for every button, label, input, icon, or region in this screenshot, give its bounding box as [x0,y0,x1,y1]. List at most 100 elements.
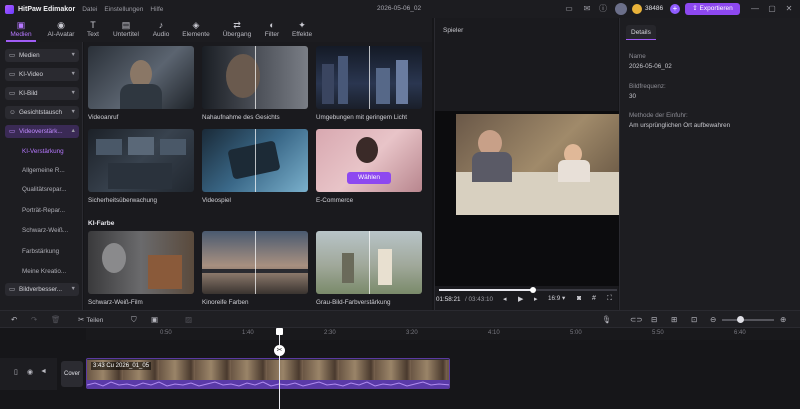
export-button[interactable]: ⇪ Exportieren [685,3,740,15]
menu-help[interactable]: Hilfe [150,6,163,13]
subtitle-icon: ▤ [121,20,131,30]
progress-handle[interactable] [530,287,537,293]
tab-text[interactable]: T Text [84,20,102,42]
card-bw-film[interactable]: Schwarz-Weiß-Film [88,231,194,306]
progress-fill [439,289,534,291]
enhance-icon: ▭ [9,128,16,135]
card-ecommerce[interactable]: Wählen E-Commerce [316,129,422,204]
play-icon[interactable]: ▶ [518,295,523,303]
playhead-handle[interactable] [276,328,283,335]
shield-icon[interactable]: ⛉ [131,314,137,325]
tab-filter[interactable]: ◐ Filter [263,20,281,42]
timeline-ruler[interactable]: 0:50 1:40 2:30 3:20 4:10 5:00 5:50 6:40 [86,328,800,340]
track-visibility-icon[interactable]: ◉ [27,368,33,376]
link-icon[interactable]: ⊂⊃ [630,314,643,325]
sidebar-group-image-enhance[interactable]: ▭ Bildverbesser... ▼ [5,283,79,296]
sidebar-group-label: KI-Video [19,71,44,78]
tab-details[interactable]: Details [626,25,656,40]
card-gray-color-boost[interactable]: Grau-Bild-Farbverstärkung [316,231,422,306]
snapshot-icon[interactable]: ◙ [577,295,581,302]
zoom-handle[interactable] [737,316,744,323]
prev-frame-icon[interactable]: ◂ [503,295,507,303]
close-icon[interactable]: ✕ [784,4,794,14]
next-frame-icon[interactable]: ▸ [534,295,538,303]
filter-icon: ◐ [269,20,275,30]
card-security[interactable]: Sicherheitsüberwachung [88,129,194,204]
card-video-call[interactable]: Videoanruf [88,46,194,121]
split-view-icon[interactable]: ⊟ [651,314,657,325]
coin-icon [632,4,642,14]
card-videogame[interactable]: Videospiel [202,129,308,204]
thumbnail-image [316,231,422,294]
text-tool-icon[interactable]: ▣ [151,314,158,325]
aspect-ratio-select[interactable]: 16:9 ▾ [548,295,565,302]
tab-media[interactable]: ▣ Medien [6,20,36,42]
tab-label: Elemente [182,31,210,38]
choose-button[interactable]: Wählen [347,172,391,184]
sidebar-item-portrait-repair[interactable]: Porträt-Repar... [22,204,80,217]
coin-balance: 38486 [645,5,664,12]
card-cinematic-colors[interactable]: Kinoreife Farben [202,231,308,306]
tab-audio[interactable]: ♪ Audio [150,20,172,42]
sidebar-item-general[interactable]: Allgemeine R... [22,164,80,177]
menu-file[interactable]: Datei [82,6,97,13]
ruler-tick: 3:20 [406,330,418,336]
tab-transition[interactable]: ⇄ Übergang [220,20,254,42]
thumbnail-image [316,46,422,109]
sidebar-group-face-swap[interactable]: ☺ Gesichtstausch ▼ [5,106,79,119]
sidebar-item-color-boost[interactable]: Farbstärkung [22,245,80,258]
split-button[interactable]: ✂ Teilen [78,314,103,326]
undo-icon[interactable]: ↶ [11,314,17,325]
tab-ai-avatar[interactable]: ◉ AI-Avatar [43,20,79,42]
video-clip[interactable]: 3:43 Cu 2026_01_05 [86,358,450,389]
project-title: 2026-05-06_02 [377,5,422,12]
zoom-in-icon[interactable]: ⊕ [780,314,786,325]
thumbnail-image [88,129,194,192]
card-face-closeup[interactable]: Nahaufnahme des Gesichts [202,46,308,121]
marker-icon[interactable]: ⊡ [691,314,697,325]
zoom-out-icon[interactable]: ⊖ [710,314,716,325]
card-low-light[interactable]: Umgebungen mit geringem Licht [316,46,422,121]
microphone-icon[interactable]: 🎙 [602,314,612,325]
sidebar-group-label: Videoverstärk... [19,128,63,135]
sidebar-group-ai-video[interactable]: ▭ KI-Video ▼ [5,68,79,81]
sidebar-group-ai-image[interactable]: ▭ KI-Bild ▼ [5,87,79,100]
tab-label: AI-Avatar [47,31,75,38]
card-label: Nahaufnahme des Gesichts [202,114,280,121]
sidebar-group-video-enhance[interactable]: ▭ Videoverstärk... ▲ [5,125,79,138]
sidebar-item-ai-enhance[interactable]: KI-Verstärkung [22,145,80,158]
track-lock-icon[interactable]: ▯ [14,368,18,376]
redo-icon[interactable]: ↷ [31,314,37,325]
crop-icon[interactable]: ▨ [185,314,192,325]
sidebar-item-my-creations[interactable]: Meine Kreatio... [22,265,80,278]
fit-icon[interactable]: ⊞ [671,314,677,325]
track-mute-icon[interactable]: ◄ [40,368,47,375]
scissors-icon: ✂ [78,315,85,324]
playhead-split-icon[interactable]: ✂ [274,345,285,356]
screen-icon[interactable]: ▭ [564,4,574,14]
add-coins-button[interactable]: + [670,4,680,14]
sidebar-item-black-white[interactable]: Schwarz-Weiß... [22,224,80,237]
grid-icon[interactable]: # [592,295,596,302]
minimize-icon[interactable]: — [750,4,760,14]
fps-label: Bildfrequenz: [629,83,666,90]
tab-label: Filter [264,31,280,38]
sidebar-group-media[interactable]: ▭ Medien ▼ [5,49,79,62]
tab-subtitle[interactable]: ▤ Untertitel [109,20,143,42]
user-avatar[interactable] [615,3,627,15]
cover-button[interactable]: Cover [61,361,83,387]
fullscreen-icon[interactable]: ⛶ [607,295,612,303]
mail-icon[interactable]: ✉ [582,4,592,14]
split-label: Teilen [86,317,104,324]
tab-elements[interactable]: ◈ Elemente [180,20,212,42]
aspect-ratio-value: 16:9 [548,295,561,302]
menu-settings[interactable]: Einstellungen [104,6,143,13]
info-icon[interactable]: ⓘ [598,4,608,14]
zoom-slider[interactable] [722,319,774,321]
card-label: Videospiel [202,197,231,204]
maximize-icon[interactable]: ▢ [767,4,777,14]
tab-effects[interactable]: ✦ Effekte [289,20,315,42]
timeline-toolbar: ↶ ↷ 🗑 ✂ Teilen ⛉ ▣ ▨ 🎙 ⊂⊃ ⊟ ⊞ ⊡ ⊖ ⊕ [0,310,800,328]
delete-icon[interactable]: 🗑 [51,314,61,325]
sidebar-item-quality-repair[interactable]: Qualitätsrepar... [22,183,80,196]
